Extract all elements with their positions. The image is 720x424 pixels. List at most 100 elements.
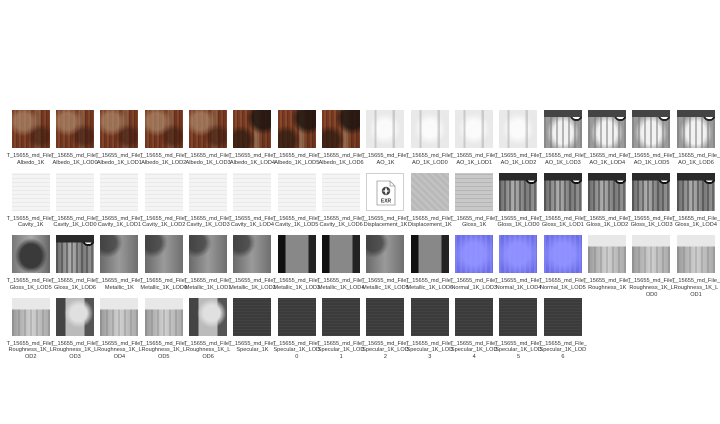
file-item[interactable]: T_15655_md_File_Specular_1K_LOD4	[450, 297, 499, 376]
file-thumbnail	[11, 235, 50, 273]
file-item[interactable]: T_15655_md_File_Specular_1K	[228, 297, 277, 376]
file-name: T_15655_md_File_Normal_1K_LOD3	[450, 278, 499, 291]
file-name: T_15655_md_File_Albedo_1K_LOD6	[317, 153, 366, 166]
file-name: T_15655_md_File_Displacement_1K	[405, 215, 454, 229]
file-name: T_15655_md_File_Metallic_1K_LOD5	[361, 278, 410, 291]
thumbnail-image	[277, 235, 316, 273]
file-name: T_15655_md_File_Specular_1K_LOD4	[450, 340, 499, 361]
thumbnail-image	[676, 110, 715, 148]
file-item[interactable]: T_15655_md_File_Roughness_1K_LOD1	[671, 235, 720, 313]
file-thumbnail	[321, 110, 360, 148]
file-name: T_15655_md_File_Cavity_1K_LOD1	[95, 215, 144, 229]
file-thumbnail	[410, 297, 449, 336]
file-name: T_15655_md_File_Roughness_1K_LOD2	[6, 340, 55, 361]
file-thumbnail	[144, 172, 183, 211]
thumbnail-image	[233, 110, 272, 148]
file-name: T_15655_md_File_Normal_1K_LOD4	[494, 278, 543, 291]
file-thumbnail	[499, 235, 538, 273]
file-name: T_15655_md_File_Specular_1K_LOD0	[272, 340, 321, 361]
file-name: T_15655_md_File_Metallic_1K_LOD2	[228, 278, 277, 291]
thumbnail-image	[588, 235, 627, 273]
file-thumbnail	[55, 110, 94, 148]
thumbnail-image	[100, 110, 139, 148]
thumbnail-image	[455, 235, 493, 273]
file-item[interactable]: T_15655_md_File_Specular_1K_LOD2	[361, 297, 410, 376]
file-thumbnail	[277, 235, 316, 273]
file-name: T_15655_md_File_Gloss_1K_LOD1	[538, 215, 587, 229]
file-item[interactable]: T_15655_md_File_Roughness_1K_LOD4	[95, 297, 144, 376]
file-name: T_15655_md_File_Roughness_1K_LOD3	[50, 340, 100, 361]
file-item[interactable]: T_15655_md_File_Roughness_1K_LOD2	[6, 297, 55, 376]
file-name: T_15655_md_File_Albedo_1K_LOD1	[95, 153, 144, 166]
file-name: T_15655_md_File_Specular_1K_LOD6	[538, 340, 587, 361]
thumbnail-image	[632, 235, 671, 273]
file-name: T_15655_md_File_Roughness_1K_LOD4	[95, 340, 144, 361]
file-item[interactable]: T_15655_md_File_Roughness_1K_LOD6	[184, 297, 232, 376]
file-item[interactable]: T_15655_md_File_Roughness_1K_LOD5	[139, 297, 188, 376]
file-thumbnail	[11, 172, 50, 211]
file-item[interactable]: T_15655_md_File_Specular_1K_LOD6	[538, 297, 587, 376]
thumbnail-image	[188, 172, 227, 211]
file-name: T_15655_md_File_Roughness_1K_LOD1	[671, 278, 720, 298]
file-item[interactable]: T_15655_md_File_Roughness_1K_LOD3	[50, 297, 100, 376]
thumbnail-image	[321, 110, 360, 148]
file-name: T_15655_md_File_Cavity_1K_LOD3	[183, 215, 233, 229]
file-name: T_15655_md_File_Roughness_1K_LOD0	[627, 278, 676, 298]
file-item[interactable]: T_15655_md_File_Specular_1K_LOD5	[494, 297, 543, 376]
file-thumbnail	[366, 297, 405, 336]
file-name: T_15655_md_File_Albedo_1K	[6, 153, 55, 166]
file-name: T_15655_md_File_Specular_1K_LOD5	[494, 340, 543, 361]
file-thumbnail	[277, 172, 316, 211]
thumbnail-image	[321, 297, 360, 336]
file-name: T_15655_md_File_AO_1K_LOD4	[583, 153, 632, 166]
thumbnail-image	[543, 110, 582, 148]
file-thumbnail	[410, 235, 449, 273]
thumbnail-image	[632, 172, 671, 211]
thumbnail-image	[499, 110, 538, 148]
file-name: T_15655_md_File_Albedo_1K_LOD3	[183, 153, 233, 166]
thumbnail-image	[55, 235, 94, 273]
file-item[interactable]: T_15655_md_File_Specular_1K_LOD3	[406, 297, 454, 376]
file-thumbnail	[410, 172, 449, 211]
file-thumbnail	[676, 110, 715, 148]
thumbnail-image	[543, 297, 582, 336]
file-name: T_15655_md_File_Metallic_1K_LOD4	[317, 278, 366, 291]
file-item[interactable]: T_15655_md_File_Specular_1K_LOD0	[272, 297, 321, 376]
file-thumbnail	[144, 235, 183, 273]
file-name: T_15655_md_File_Displacement_1K	[361, 215, 410, 229]
thumbnail-image	[588, 110, 627, 148]
file-item[interactable]: T_15655_md_File_Specular_1K_LOD1	[317, 297, 365, 376]
file-thumbnail	[233, 297, 272, 336]
file-name: T_15655_md_File_Albedo_1K_LOD2	[139, 153, 188, 166]
file-thumbnail	[676, 172, 715, 211]
file-item[interactable]: T_15655_md_File_Roughness_1K_LOD0	[627, 235, 676, 313]
file-thumbnail	[55, 297, 94, 336]
thumbnail-image	[233, 297, 272, 336]
thumbnail-image	[233, 172, 272, 211]
file-thumbnail	[11, 297, 50, 336]
file-name: T_15655_md_File_Gloss_1K_LOD3	[627, 215, 676, 229]
file-thumbnail	[499, 172, 538, 211]
file-thumbnail	[455, 297, 493, 336]
file-thumbnail	[100, 297, 139, 336]
file-name: T_15655_md_File_Albedo_1K_LOD5	[272, 153, 321, 166]
file-name: T_15655_md_File_Roughness_1K_LOD5	[139, 340, 188, 361]
thumbnail-image	[277, 297, 316, 336]
thumbnail-image	[144, 110, 183, 148]
file-item[interactable]: T_15655_md_File_Roughness_1K	[583, 235, 632, 313]
file-name: T_15655_md_File_AO_1K_LOD5	[627, 153, 676, 166]
file-thumbnail	[188, 110, 227, 148]
file-name: T_15655_md_File_Gloss_1K_LOD6	[50, 278, 100, 291]
file-name: T_15655_md_File_Gloss_1K_LOD0	[494, 215, 543, 229]
file-thumbnail	[188, 172, 227, 211]
file-name: T_15655_md_File_Normal_1K_LOD5	[538, 278, 587, 291]
file-thumbnail	[55, 172, 94, 211]
file-name: T_15655_md_File_Roughness_1K	[583, 278, 632, 291]
file-thumbnail	[233, 235, 272, 273]
file-name: T_15655_md_File_Specular_1K_LOD2	[361, 340, 410, 361]
file-name: T_15655_md_File_Metallic_1K_LOD3	[272, 278, 321, 291]
file-thumbnail	[277, 297, 316, 336]
file-thumbnail	[632, 110, 671, 148]
file-grid: T_15655_md_File_Albedo_1K T_15655_md_File…	[0, 0, 720, 424]
file-name: T_15655_md_File_Albedo_1K_LOD4	[228, 153, 277, 166]
